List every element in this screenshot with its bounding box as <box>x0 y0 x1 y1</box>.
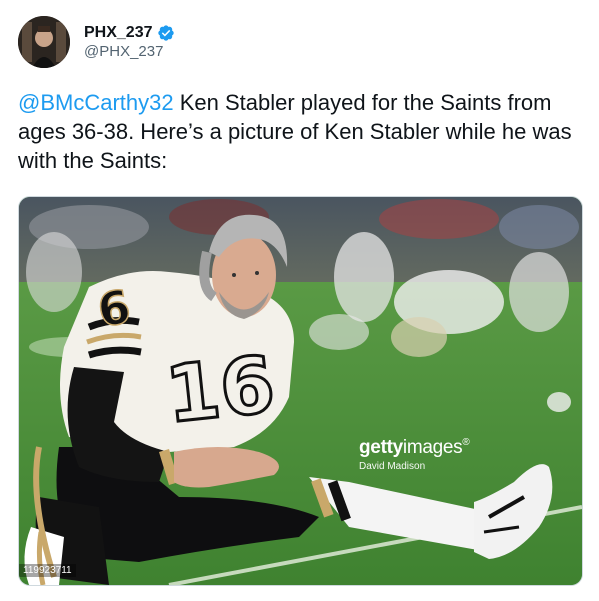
author-names: PHX_237 @PHX_237 <box>84 23 175 61</box>
image-id-label: 119923711 <box>19 564 76 577</box>
tweet-text: @BMcCarthy32 Ken Stabler played for the … <box>18 88 583 175</box>
getty-watermark: gettyimages® David Madison <box>359 437 470 472</box>
mention-link[interactable]: @BMcCarthy32 <box>18 90 174 115</box>
photo-illustration: 6 16 <box>19 197 582 585</box>
verified-badge-icon <box>157 24 174 41</box>
author-handle[interactable]: @PHX_237 <box>84 43 175 61</box>
watermark-credit: David Madison <box>359 461 426 472</box>
avatar[interactable] <box>18 16 70 68</box>
tweet-header: PHX_237 @PHX_237 <box>18 16 175 68</box>
tweet-photo[interactable]: 6 16 gettyimages® David Madison 11992371… <box>18 196 583 586</box>
svg-text:16: 16 <box>162 340 279 441</box>
tweet-card: PHX_237 @PHX_237 @BMcCarthy32 Ken Stable… <box>0 0 599 601</box>
watermark-brand: gettyimages® <box>359 437 470 458</box>
display-name-row: PHX_237 <box>84 23 175 42</box>
display-name[interactable]: PHX_237 <box>84 23 153 42</box>
